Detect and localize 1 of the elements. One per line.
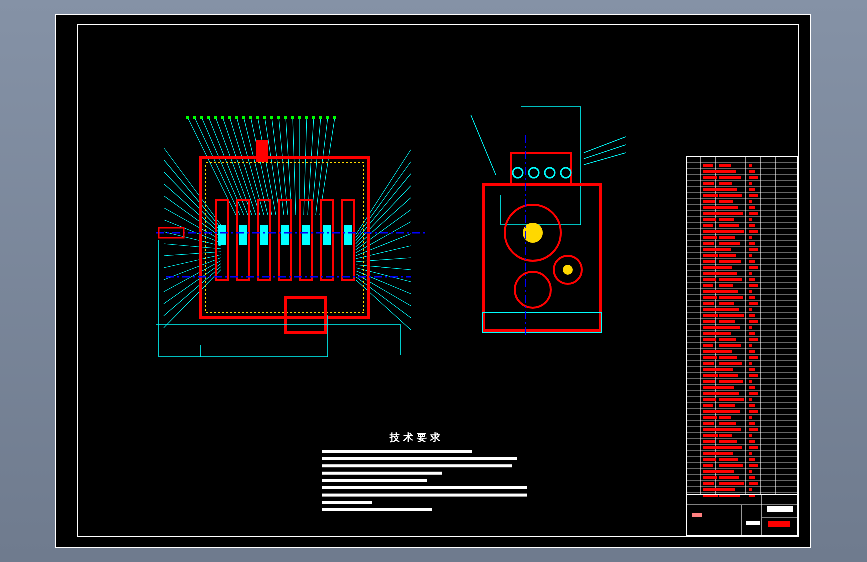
notes-title: 技 术 要 求 [390,432,440,445]
